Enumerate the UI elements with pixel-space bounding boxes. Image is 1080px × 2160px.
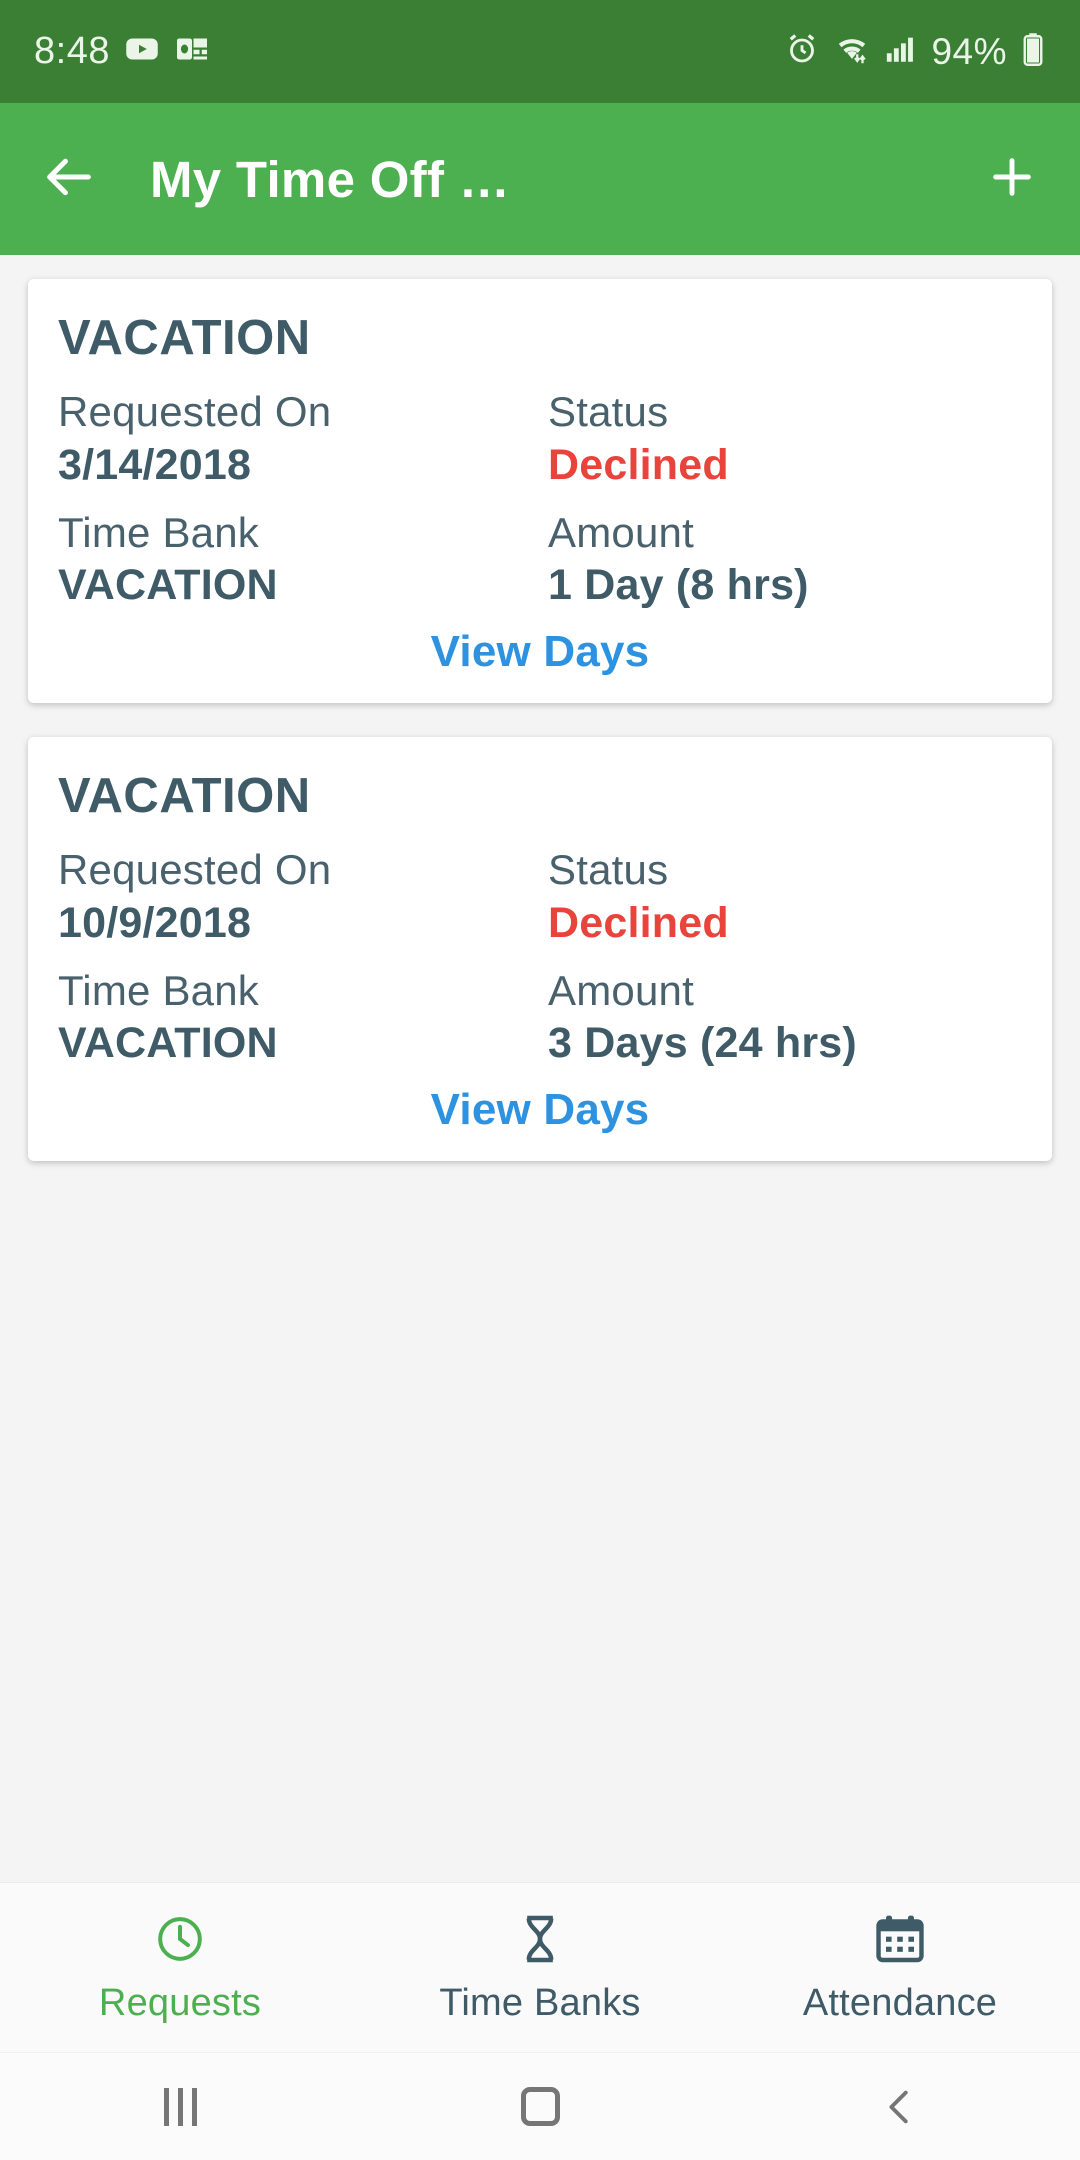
requests-list: VACATION Requested On 3/14/2018 Status D… bbox=[0, 255, 1080, 1882]
app-bar: My Time Off … bbox=[0, 103, 1080, 255]
amount-label: Amount bbox=[548, 508, 694, 556]
hourglass-icon bbox=[512, 1911, 568, 1972]
request-type-title: VACATION bbox=[58, 768, 311, 823]
clock-icon bbox=[152, 1911, 208, 1972]
status-field: Status Declined bbox=[540, 844, 1022, 950]
time-off-request-card[interactable]: VACATION Requested On 3/14/2018 Status D… bbox=[28, 279, 1052, 703]
requested-on-value: 10/9/2018 bbox=[58, 898, 252, 947]
requested-on-field: Requested On 10/9/2018 bbox=[58, 844, 540, 950]
android-navigation-bar bbox=[0, 2052, 1080, 2160]
youtube-icon bbox=[124, 31, 160, 72]
time-off-request-card[interactable]: VACATION Requested On 10/9/2018 Status D… bbox=[28, 736, 1052, 1161]
back-arrow-icon[interactable] bbox=[40, 148, 98, 211]
time-bank-label: Time Bank bbox=[58, 508, 259, 556]
amount-field: Amount 1 Day (8 hrs) bbox=[540, 507, 1022, 613]
status-bar-right: 94% bbox=[784, 31, 1046, 73]
requested-on-value: 3/14/2018 bbox=[58, 440, 252, 489]
battery-percentage: 94% bbox=[931, 30, 1007, 72]
view-days-link[interactable]: View Days bbox=[431, 1085, 650, 1135]
view-days-link[interactable]: View Days bbox=[431, 627, 650, 677]
view-days-row: View Days bbox=[58, 627, 1022, 677]
time-bank-value: VACATION bbox=[58, 1019, 278, 1068]
amount-value: 3 Days (24 hrs) bbox=[548, 1019, 857, 1068]
request-row-top: Requested On 10/9/2018 Status Declined bbox=[58, 844, 1022, 950]
time-bank-value: VACATION bbox=[58, 561, 278, 610]
status-bar: 8:48 94% bbox=[0, 0, 1080, 103]
request-row-bottom: Time Bank VACATION Amount 1 Day (8 hrs) bbox=[58, 507, 1022, 613]
home-icon[interactable] bbox=[360, 2087, 720, 2126]
outlook-icon bbox=[174, 31, 210, 72]
plus-icon[interactable] bbox=[984, 149, 1040, 210]
tab-time-banks-label: Time Banks bbox=[439, 1981, 641, 2024]
time-bank-field: Time Bank VACATION bbox=[58, 965, 540, 1071]
status-bar-clock: 8:48 bbox=[34, 30, 110, 72]
status-label: Status bbox=[548, 846, 669, 894]
status-badge: Declined bbox=[548, 898, 729, 947]
time-bank-label: Time Bank bbox=[58, 966, 259, 1014]
requested-on-label: Requested On bbox=[58, 388, 332, 436]
time-bank-field: Time Bank VACATION bbox=[58, 507, 540, 613]
status-label: Status bbox=[548, 388, 669, 436]
alarm-icon bbox=[784, 31, 820, 72]
tab-time-banks[interactable]: Time Banks bbox=[360, 1911, 720, 2025]
request-type-title: VACATION bbox=[58, 311, 311, 365]
status-badge: Declined bbox=[548, 440, 729, 489]
back-chevron-icon[interactable] bbox=[720, 2084, 1080, 2130]
tab-requests-label: Requests bbox=[98, 1981, 262, 2024]
calendar-icon bbox=[872, 1911, 928, 1972]
requested-on-field: Requested On 3/14/2018 bbox=[58, 386, 540, 492]
request-row-top: Requested On 3/14/2018 Status Declined bbox=[58, 386, 1022, 492]
amount-field: Amount 3 Days (24 hrs) bbox=[540, 965, 1022, 1071]
amount-label: Amount bbox=[548, 966, 694, 1014]
phone-screen: 8:48 94% My Time Off … VACATION Requeste… bbox=[0, 0, 1080, 2160]
recents-icon[interactable] bbox=[0, 2087, 360, 2126]
status-field: Status Declined bbox=[540, 386, 1022, 492]
bottom-tab-bar: Requests Time Banks Attendance bbox=[0, 1882, 1080, 2052]
requested-on-label: Requested On bbox=[58, 846, 332, 894]
battery-icon bbox=[1020, 31, 1046, 72]
cellular-signal-icon bbox=[884, 31, 918, 72]
wifi-icon bbox=[833, 31, 871, 72]
tab-requests[interactable]: Requests bbox=[0, 1911, 360, 2025]
tab-attendance[interactable]: Attendance bbox=[720, 1911, 1080, 2025]
request-row-bottom: Time Bank VACATION Amount 3 Days (24 hrs… bbox=[58, 965, 1022, 1071]
page-title: My Time Off … bbox=[150, 150, 511, 208]
view-days-row: View Days bbox=[58, 1085, 1022, 1135]
amount-value: 1 Day (8 hrs) bbox=[548, 561, 809, 610]
tab-attendance-label: Attendance bbox=[802, 1981, 998, 2024]
status-bar-left: 8:48 bbox=[34, 30, 210, 73]
